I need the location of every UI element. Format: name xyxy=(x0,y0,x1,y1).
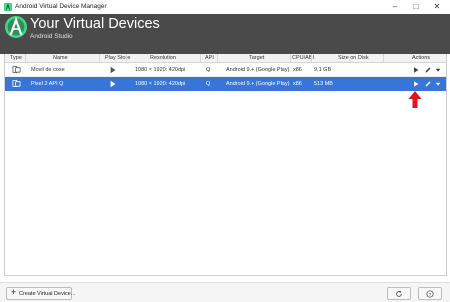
create-virtual-device-button[interactable]: + Create Virtual Device... xyxy=(6,287,76,300)
device-resolution: 1080 × 1920: 420dpi xyxy=(135,67,186,73)
device-api: Q xyxy=(206,67,211,73)
device-cpu: x86 xyxy=(293,67,302,73)
refresh-button[interactable] xyxy=(387,287,411,300)
column-header-actions[interactable]: Actions xyxy=(412,55,430,61)
column-header-type[interactable]: Type xyxy=(10,55,22,61)
play-store-icon xyxy=(110,66,116,74)
device-name: Pixel 2 API Q xyxy=(31,81,64,87)
footer-bar: + Create Virtual Device... ? xyxy=(0,282,450,302)
minimize-button[interactable]: – xyxy=(386,0,404,14)
device-name: Movil de cose xyxy=(31,67,65,73)
device-api: Q xyxy=(206,81,211,87)
maximize-button[interactable]: □ xyxy=(407,0,425,14)
annotation-arrow-icon xyxy=(408,91,422,108)
table-header: Type Name Play Store Resolution API Targ… xyxy=(5,54,446,63)
page-subtitle: Android Studio xyxy=(30,33,73,40)
refresh-icon xyxy=(396,290,402,297)
svg-text:?: ? xyxy=(429,291,432,297)
edit-icon[interactable] xyxy=(424,80,432,88)
column-header-target[interactable]: Target xyxy=(249,55,264,61)
device-size: 513 MB xyxy=(314,81,333,87)
device-icon xyxy=(12,65,21,74)
table-row[interactable]: Movil de cose 1080 × 1920: 420dpi Q Andr… xyxy=(5,63,446,77)
device-target: Android 9.+ (Google Play) xyxy=(226,67,290,73)
column-header-resolution[interactable]: Resolution xyxy=(150,55,176,61)
menu-arrow-icon[interactable] xyxy=(434,66,442,74)
column-header-size-on-disk[interactable]: Size on Disk xyxy=(338,55,369,61)
table-row[interactable]: Pixel 2 API Q 1080 × 1920: 420dpi Q Andr… xyxy=(5,77,446,91)
column-header-name[interactable]: Name xyxy=(53,55,68,61)
page-title: Your Virtual Devices xyxy=(30,16,160,32)
launch-icon[interactable] xyxy=(412,66,420,74)
android-studio-app-icon xyxy=(4,3,12,11)
plus-icon: + xyxy=(11,287,17,297)
column-header-api[interactable]: API xyxy=(205,55,214,61)
device-cpu: x86 xyxy=(293,81,302,87)
device-icon xyxy=(12,79,21,88)
device-size: 9,1 GB xyxy=(314,67,332,73)
devices-table: Type Name Play Store Resolution API Targ… xyxy=(4,54,447,276)
device-resolution: 1080 × 1920: 420dpi xyxy=(135,81,186,87)
play-store-icon xyxy=(110,80,116,88)
device-target: Android 9.+ (Google Play) xyxy=(226,81,290,87)
window-title: Android Virtual Device Manager xyxy=(15,3,107,10)
help-button[interactable]: ? xyxy=(418,287,442,300)
close-button[interactable]: ✕ xyxy=(428,0,446,14)
help-icon: ? xyxy=(426,289,434,297)
android-studio-logo-icon xyxy=(5,16,27,38)
edit-icon[interactable] xyxy=(424,66,432,74)
launch-icon[interactable] xyxy=(412,80,420,88)
menu-arrow-icon[interactable] xyxy=(434,80,442,88)
window-titlebar: Android Virtual Device Manager – □ ✕ xyxy=(0,0,450,15)
create-button-label: Create Virtual Device... xyxy=(19,290,76,297)
